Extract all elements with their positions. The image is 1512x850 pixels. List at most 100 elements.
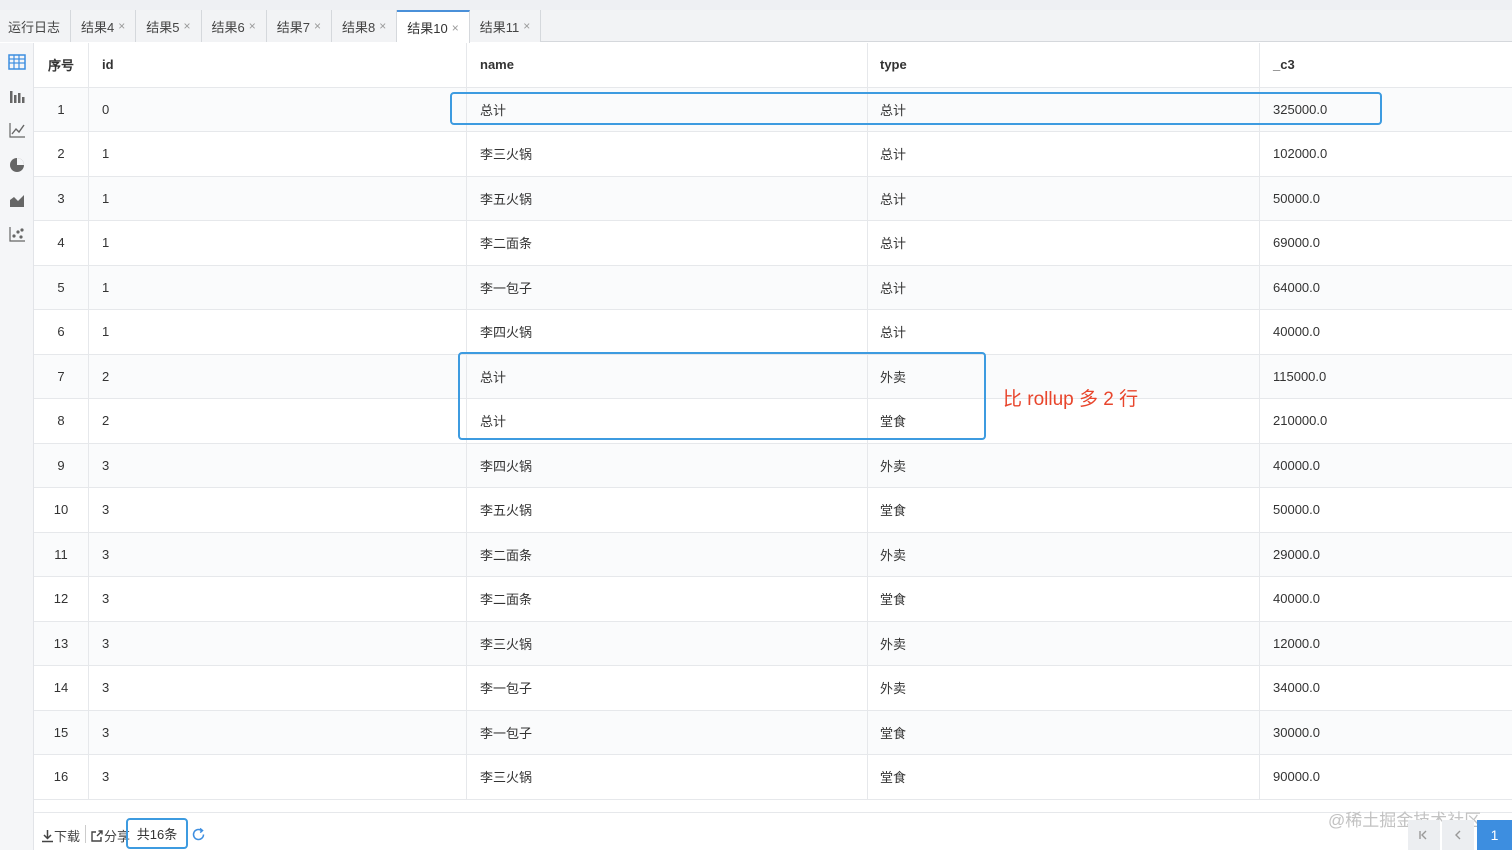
first-page-icon [1419, 830, 1427, 840]
result-tab[interactable]: 结果10 × [397, 10, 470, 43]
table-row[interactable]: 2 1 李三火锅 总计 102000.0 [34, 132, 1512, 177]
tab-label: 结果10 [407, 21, 448, 36]
result-tab[interactable]: 结果7 × [266, 10, 333, 42]
table-cell: 2 [89, 354, 467, 398]
share-button[interactable]: 分享 [90, 826, 130, 845]
table-cell: 2 [34, 132, 89, 176]
table-row[interactable]: 6 1 李四火锅 总计 40000.0 [34, 310, 1512, 355]
result-tab-bar: 运行日志 结果4 × 结果5 × 结果6 × 结果7 × 结果8 × 结果10 × 结果11 × [0, 10, 1512, 43]
table-cell: 1 [89, 265, 467, 309]
share-icon [91, 829, 103, 842]
result-tab[interactable]: 结果5 × [136, 10, 202, 42]
result-footer: 下载 分享 共16条 [34, 812, 1512, 850]
close-icon[interactable]: × [184, 19, 191, 33]
table-row[interactable]: 4 1 李二面条 总计 69000.0 [34, 221, 1512, 266]
pie-chart-icon[interactable] [8, 156, 26, 174]
table-row[interactable]: 9 3 李四火锅 外卖 40000.0 [34, 443, 1512, 488]
table-row[interactable]: 15 3 李一包子 堂食 30000.0 [34, 710, 1512, 755]
highlight-extra-rows [458, 352, 986, 440]
table-cell: 3 [89, 710, 467, 754]
table-cell: 7 [34, 354, 89, 398]
column-header[interactable]: type [868, 43, 1260, 87]
column-header[interactable]: name [467, 43, 868, 87]
column-header[interactable]: id [89, 43, 467, 87]
table-cell: 李三火锅 [467, 755, 868, 799]
table-cell: 40000.0 [1273, 457, 1320, 473]
table-row[interactable]: 11 3 李二面条 外卖 29000.0 [34, 532, 1512, 577]
tab-label: 结果4 [81, 19, 115, 35]
table-cell: 李一包子 [467, 710, 868, 754]
table-cell: 1 [89, 132, 467, 176]
refresh-icon[interactable] [191, 827, 206, 842]
table-cell: 1 [89, 310, 467, 354]
table-cell: 李二面条 [467, 532, 868, 576]
table-row[interactable]: 3 1 李五火锅 总计 50000.0 [34, 176, 1512, 221]
download-button[interactable]: 下载 [41, 826, 80, 845]
highlight-grand-total-row [450, 92, 1382, 125]
close-icon[interactable]: × [314, 19, 321, 33]
table-cell: 0 [89, 87, 467, 131]
table-cell: 外卖 [868, 666, 1260, 710]
row-count: 共16条 [126, 818, 188, 849]
table-cell: 堂食 [868, 710, 1260, 754]
close-icon[interactable]: × [452, 21, 459, 35]
table-cell: 6 [34, 310, 89, 354]
table-cell: 102000.0 [1273, 146, 1328, 162]
table-cell: 堂食 [868, 577, 1260, 621]
table-cell: 李四火锅 [467, 443, 868, 487]
table-cell: 外卖 [868, 532, 1260, 576]
result-tab[interactable]: 结果11 × [469, 10, 542, 42]
table-cell: 3 [34, 176, 89, 220]
table-row[interactable]: 13 3 李三火锅 外卖 12000.0 [34, 621, 1512, 666]
table-row[interactable]: 12 3 李二面条 堂食 40000.0 [34, 577, 1512, 622]
table-cell: 14 [34, 666, 89, 710]
chevron-left-icon [1455, 830, 1461, 840]
result-tab[interactable]: 结果4 × [71, 10, 137, 42]
table-cell: 40000.0 [1273, 324, 1320, 340]
table-cell: 40000.0 [1273, 591, 1320, 607]
close-icon[interactable]: × [379, 19, 386, 33]
tab-label: 结果11 [479, 19, 520, 35]
result-tab[interactable]: 运行日志 [0, 10, 72, 42]
annotation-text: 比 rollup 多 2 行 [1003, 389, 1139, 410]
line-chart-icon[interactable] [8, 121, 26, 139]
close-icon[interactable]: × [118, 19, 125, 33]
result-tab[interactable]: 结果6 × [201, 10, 267, 42]
table-cell: 3 [89, 621, 467, 665]
table-cell: 90000.0 [1273, 769, 1320, 785]
current-page-button[interactable]: 1 [1477, 820, 1512, 850]
area-chart-icon[interactable] [8, 191, 26, 209]
table-cell: 3 [89, 755, 467, 799]
table-cell: 李二面条 [467, 577, 868, 621]
table-cell: 13 [34, 621, 89, 665]
table-cell: 李四火锅 [467, 310, 868, 354]
table-row[interactable]: 16 3 李三火锅 堂食 90000.0 [34, 755, 1512, 800]
table-cell: 李五火锅 [467, 176, 868, 220]
table-row[interactable]: 14 3 李一包子 外卖 34000.0 [34, 666, 1512, 711]
table-cell: 64000.0 [1273, 279, 1320, 295]
tab-label: 结果7 [276, 19, 310, 35]
column-header[interactable]: _c3 [1260, 43, 1512, 87]
prev-page-button[interactable] [1442, 820, 1474, 850]
table-cell: 1 [34, 87, 89, 131]
close-icon[interactable]: × [249, 19, 256, 33]
result-tab[interactable]: 结果8 × [332, 10, 398, 42]
table-cell: 50000.0 [1273, 502, 1320, 518]
table-row[interactable]: 10 3 李五火锅 堂食 50000.0 [34, 488, 1512, 533]
table-row[interactable]: 5 1 李一包子 总计 64000.0 [34, 265, 1512, 310]
first-page-button[interactable] [1408, 820, 1440, 850]
table-cell: 堂食 [868, 488, 1260, 532]
table-icon[interactable] [8, 53, 26, 71]
table-cell: 11 [34, 532, 89, 576]
tab-label: 运行日志 [8, 19, 61, 35]
close-icon[interactable]: × [523, 19, 530, 33]
scatter-chart-icon[interactable] [8, 225, 26, 243]
table-cell: 3 [89, 443, 467, 487]
chart-type-sidebar [0, 43, 34, 850]
window-top-strip [0, 0, 1512, 10]
bar-chart-icon[interactable] [8, 87, 26, 105]
table-cell: 1 [89, 221, 467, 265]
column-header[interactable]: 序号 [34, 43, 89, 87]
table-cell: 总计 [868, 310, 1260, 354]
table-cell: 69000.0 [1273, 235, 1320, 251]
